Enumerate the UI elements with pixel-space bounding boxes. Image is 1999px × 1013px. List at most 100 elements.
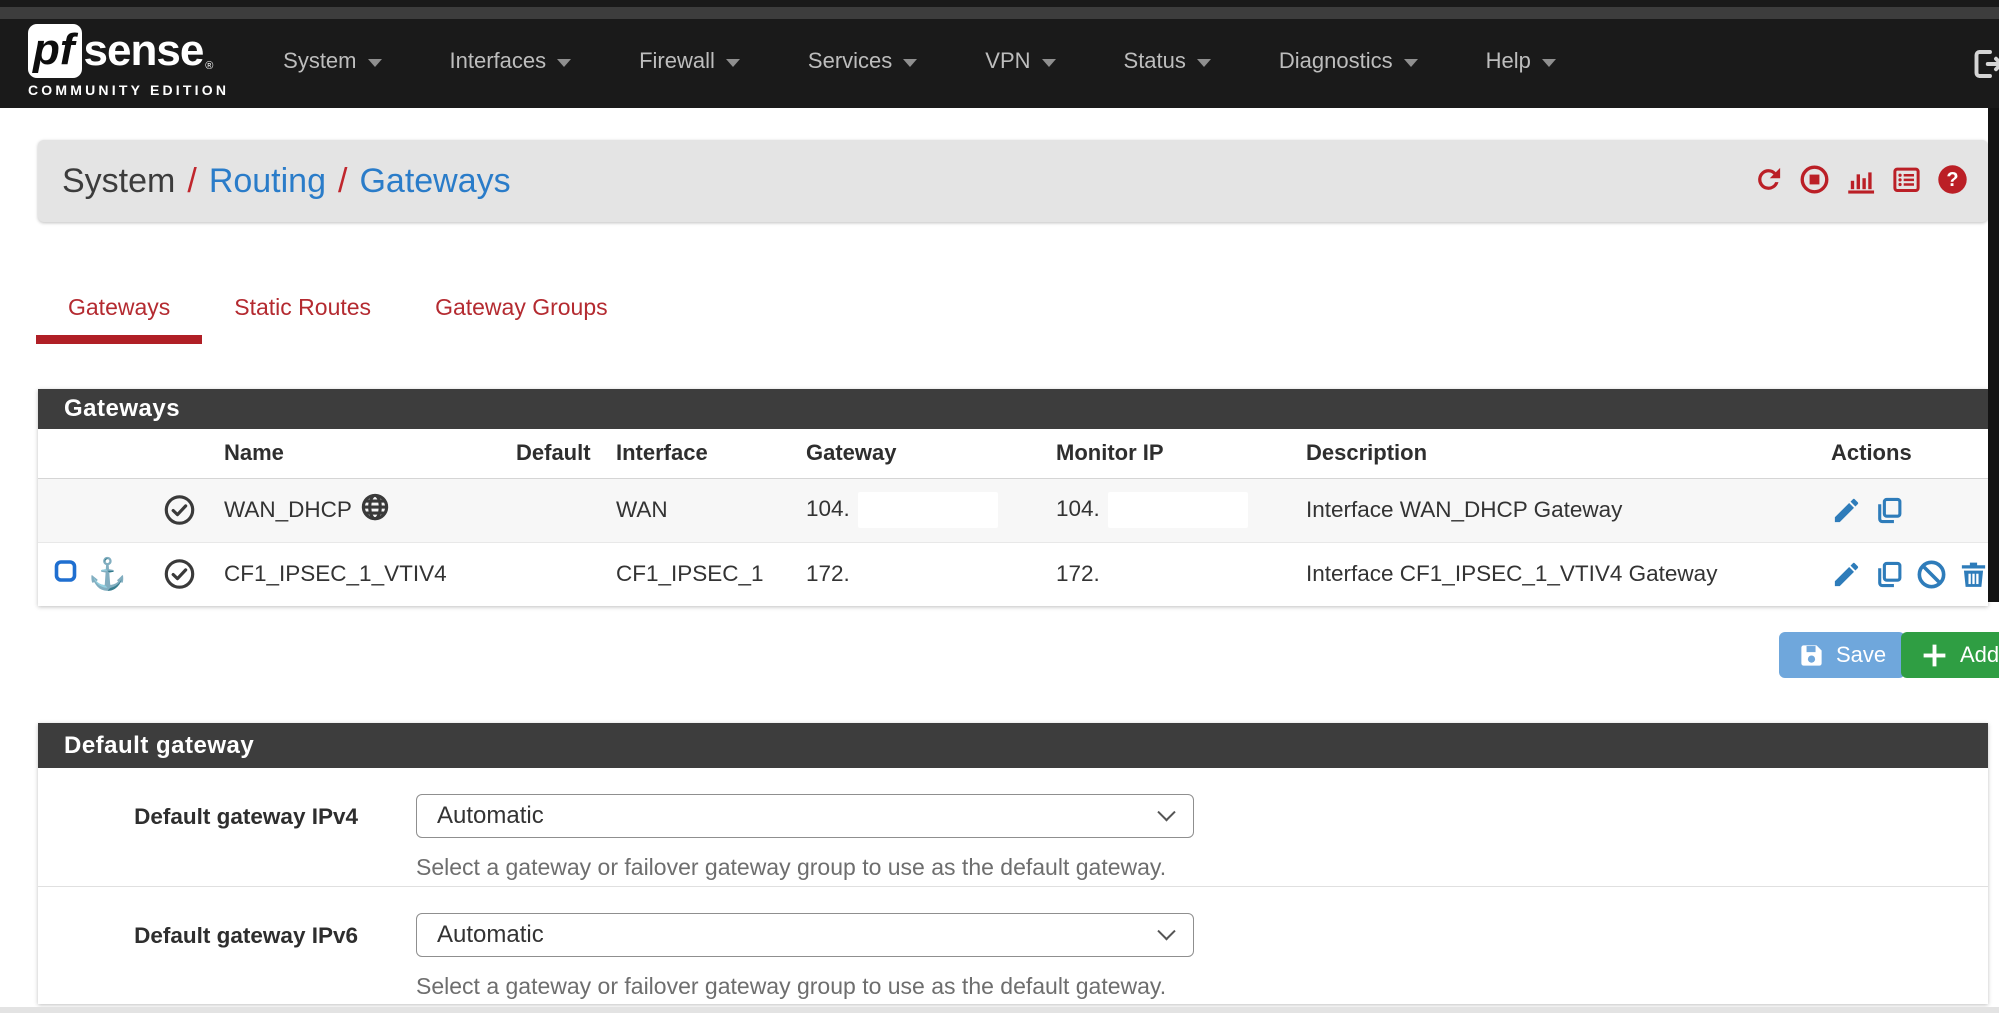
logo-sense: sense: [84, 26, 204, 76]
add-button[interactable]: Add: [1901, 632, 1999, 678]
gateway-enabled-icon: [163, 558, 196, 591]
table-row-cf1-ipsec: ⚓ CF1_IPSEC_1_VTIV4 CF1_IPSEC_1 172.: [38, 542, 1988, 606]
gateway-default: [500, 542, 600, 606]
col-name: Name: [208, 429, 500, 478]
breadcrumb-system: System: [62, 162, 175, 201]
breadcrumb-routing-link[interactable]: Routing: [209, 162, 326, 201]
gateway-description: Interface CF1_IPSEC_1_VTIV4 Gateway: [1290, 542, 1815, 606]
chevron-down-icon: [726, 59, 740, 67]
default-gateway-ipv6-row: Default gateway IPv6 Automatic Select a …: [38, 886, 1988, 1004]
redacted-value: [1108, 492, 1248, 528]
chevron-down-icon: [1157, 922, 1175, 940]
copy-icon[interactable]: [1873, 495, 1904, 526]
monitor-ip: 104.: [1056, 496, 1100, 521]
pfsense-logo[interactable]: pf sense ® COMMUNITY EDITION: [28, 24, 229, 98]
logo-edition: COMMUNITY EDITION: [28, 82, 229, 98]
breadcrumb-separator: /: [338, 162, 347, 201]
delete-icon[interactable]: [1958, 559, 1989, 590]
scrollbar-thumb[interactable]: [1988, 108, 1999, 602]
tab-static-routes[interactable]: Static Routes: [202, 278, 403, 344]
gateways-panel: Gateways Name Default Interface Gateway …: [38, 389, 1988, 606]
chevron-down-icon: [903, 59, 917, 67]
gateway-address: 104.: [806, 496, 850, 521]
col-status: [38, 429, 208, 478]
chevron-down-icon: [1197, 59, 1211, 67]
col-gateway: Gateway: [790, 429, 1040, 478]
default-gateway-ipv4-select[interactable]: Automatic: [416, 794, 1194, 838]
gateway-name: WAN_DHCP: [224, 497, 352, 523]
default-gateway-ipv6-select[interactable]: Automatic: [416, 913, 1194, 957]
nav-vpn[interactable]: VPN: [951, 48, 1089, 74]
gateway-address: 172.: [790, 542, 1040, 606]
pfsense-gateways-page: pf sense ® COMMUNITY EDITION System Inte…: [0, 0, 1999, 1013]
breadcrumb-separator: /: [187, 162, 196, 201]
nav-diagnostics[interactable]: Diagnostics: [1245, 48, 1452, 74]
nav-system[interactable]: System: [249, 48, 415, 74]
copy-icon[interactable]: [1873, 559, 1904, 590]
nav-services[interactable]: Services: [774, 48, 951, 74]
nav-firewall[interactable]: Firewall: [605, 48, 774, 74]
tab-gateway-groups[interactable]: Gateway Groups: [403, 278, 640, 344]
routing-tabs: Gateways Static Routes Gateway Groups: [36, 278, 1999, 344]
gateways-table: Name Default Interface Gateway Monitor I…: [38, 429, 1988, 606]
breadcrumb-bar: System / Routing / Gateways: [38, 140, 1988, 222]
gateways-panel-title: Gateways: [38, 389, 1988, 429]
default-gateway-ipv4-help: Select a gateway or failover gateway gro…: [416, 854, 1194, 881]
edit-icon[interactable]: [1831, 559, 1862, 590]
square-icon[interactable]: [52, 558, 79, 591]
chevron-down-icon: [1042, 59, 1056, 67]
default-gateway-ipv6-help: Select a gateway or failover gateway gro…: [416, 973, 1194, 1000]
edit-icon[interactable]: [1831, 495, 1862, 526]
chart-icon[interactable]: [1845, 164, 1876, 195]
stop-icon[interactable]: [1799, 164, 1830, 195]
save-button[interactable]: Save: [1779, 632, 1905, 678]
disable-icon[interactable]: [1916, 559, 1947, 590]
gateway-default: [500, 478, 600, 542]
anchor-icon[interactable]: ⚓: [88, 559, 127, 590]
gateway-enabled-icon: [163, 494, 196, 527]
chevron-down-icon: [1157, 803, 1175, 821]
nav-interfaces[interactable]: Interfaces: [416, 48, 606, 74]
col-monitor-ip: Monitor IP: [1040, 429, 1290, 478]
chevron-down-icon: [1404, 59, 1418, 67]
window-bottom-edge: [0, 1007, 1999, 1013]
table-header-row: Name Default Interface Gateway Monitor I…: [38, 429, 1988, 478]
chevron-down-icon: [368, 59, 382, 67]
monitor-ip: 172.: [1040, 542, 1290, 606]
col-default: Default: [500, 429, 600, 478]
chevron-down-icon: [1542, 59, 1556, 67]
nav-help[interactable]: Help: [1452, 48, 1590, 74]
refresh-icon[interactable]: [1753, 164, 1784, 195]
gateway-interface: CF1_IPSEC_1: [600, 542, 790, 606]
table-row-wan-dhcp: WAN_DHCP WAN 104.: [38, 478, 1988, 542]
breadcrumb-gateways-link[interactable]: Gateways: [359, 162, 510, 201]
help-icon[interactable]: ?: [1937, 164, 1968, 195]
breadcrumb: System / Routing / Gateways: [62, 162, 511, 201]
logo-pf: pf: [28, 24, 82, 78]
svg-text:?: ?: [1946, 169, 1958, 191]
log-icon[interactable]: [1891, 164, 1922, 195]
registered-mark: ®: [205, 60, 213, 72]
chevron-down-icon: [557, 59, 571, 67]
top-navbar: pf sense ® COMMUNITY EDITION System Inte…: [0, 0, 1999, 108]
col-interface: Interface: [600, 429, 790, 478]
main-menu: System Interfaces Firewall Services VPN …: [249, 48, 1590, 74]
gateway-description: Interface WAN_DHCP Gateway: [1290, 478, 1815, 542]
default-gateway-ipv4-label: Default gateway IPv4: [38, 794, 358, 886]
redacted-value: [858, 492, 998, 528]
table-buttons-row: Save Add: [0, 632, 1999, 678]
globe-icon: [360, 492, 390, 528]
default-gateway-panel: Default gateway Default gateway IPv4 Aut…: [38, 723, 1988, 1004]
col-actions: Actions: [1815, 429, 1988, 478]
default-gateway-panel-title: Default gateway: [38, 723, 1988, 768]
default-gateway-ipv4-row: Default gateway IPv4 Automatic Select a …: [38, 768, 1988, 886]
plus-icon: [1920, 641, 1949, 670]
logout-icon[interactable]: [1969, 46, 1999, 82]
nav-status[interactable]: Status: [1090, 48, 1245, 74]
gateway-name: CF1_IPSEC_1_VTIV4: [208, 542, 500, 606]
gateway-interface: WAN: [600, 478, 790, 542]
col-description: Description: [1290, 429, 1815, 478]
page-action-icons: ?: [1753, 164, 1968, 195]
tab-gateways[interactable]: Gateways: [36, 278, 202, 344]
default-gateway-ipv6-label: Default gateway IPv6: [38, 913, 358, 1004]
